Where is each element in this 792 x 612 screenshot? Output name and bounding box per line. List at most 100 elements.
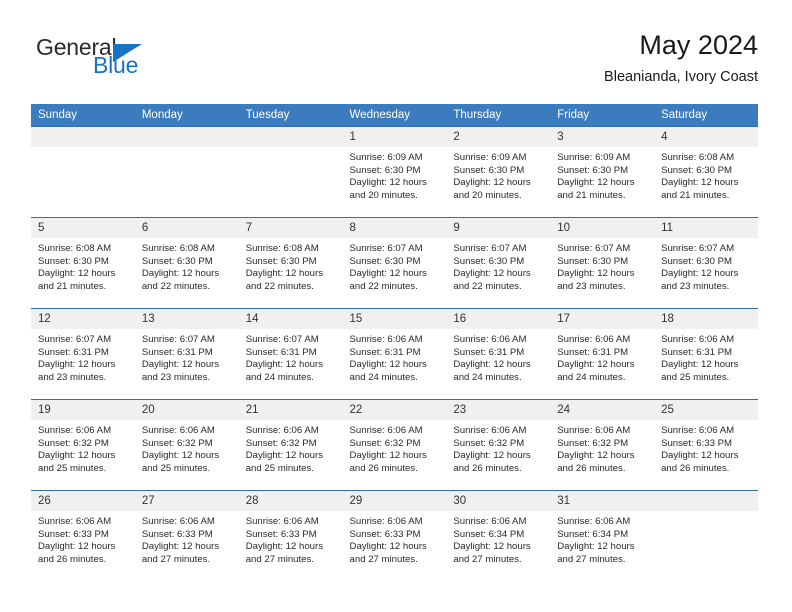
calendar-day-cell[interactable]: 8 Sunrise: 6:07 AM Sunset: 6:30 PM Daylight… [342, 217, 447, 309]
calendar-day-cell[interactable]: 17 Sunrise: 6:06 AM Sunset: 6:31 PM Dayligh… [550, 308, 655, 400]
day-sun-info: Sunrise: 6:07 AM Sunset: 6:31 PM Daylight:… [239, 329, 343, 384]
sunrise-text: Sunrise: 6:07 AM [141, 334, 215, 345]
daylight-text-line2: and 24 minutes. [453, 371, 522, 383]
day-sun-info: Sunrise: 6:07 AM Sunset: 6:30 PM Daylight:… [343, 238, 447, 293]
calendar-day-cell[interactable]: 15 Sunrise: 6:06 AM Sunset: 6:31 PM Dayligh… [342, 308, 447, 400]
sunset-text: Sunset: 6:30 PM [557, 164, 629, 176]
daylight-text-line1: Daylight: 12 hours [557, 268, 635, 280]
sunset-text: Sunset: 6:30 PM [453, 255, 525, 267]
calendar-day-cell[interactable]: 30 Sunrise: 6:06 AM Sunset: 6:34 PM Dayligh… [446, 490, 551, 581]
calendar-day-cell[interactable]: 11 Sunrise: 6:07 AM Sunset: 6:30 PM Dayligh… [654, 217, 758, 309]
day-sun-info: Sunrise: 6:06 AM Sunset: 6:34 PM Daylight:… [550, 511, 654, 566]
daylight-text-line2: and 27 minutes. [453, 553, 522, 565]
day-number: 8 [342, 218, 447, 238]
day-cell-content: 23 Sunrise: 6:06 AM Sunset: 6:32 PM Dayligh… [446, 400, 551, 490]
day-number [238, 127, 343, 147]
calendar-week-row: 26 Sunrise: 6:06 AM Sunset: 6:33 PM Dayligh… [31, 490, 758, 581]
sunrise-text: Sunrise: 6:07 AM [349, 243, 423, 254]
calendar-day-cell[interactable]: 6 Sunrise: 6:08 AM Sunset: 6:30 PM Daylight… [134, 217, 239, 309]
sunrise-text: Sunrise: 6:06 AM [38, 516, 112, 527]
calendar-day-cell[interactable] [654, 490, 758, 581]
day-sun-info: Sunrise: 6:06 AM Sunset: 6:32 PM Daylight:… [343, 420, 447, 475]
calendar-day-cell[interactable]: 24 Sunrise: 6:06 AM Sunset: 6:32 PM Dayligh… [550, 399, 655, 491]
sunrise-text: Sunrise: 6:09 AM [453, 152, 527, 163]
calendar-day-cell[interactable]: 7 Sunrise: 6:08 AM Sunset: 6:30 PM Daylight… [238, 217, 343, 309]
sunrise-text: Sunrise: 6:07 AM [453, 243, 527, 254]
calendar-day-cell[interactable]: 3 Sunrise: 6:09 AM Sunset: 6:30 PM Daylight… [550, 126, 655, 218]
calendar-day-cell[interactable]: 18 Sunrise: 6:06 AM Sunset: 6:31 PM Dayligh… [654, 308, 758, 400]
sunrise-text: Sunrise: 6:06 AM [453, 425, 527, 436]
sunset-text: Sunset: 6:33 PM [349, 528, 421, 540]
day-number: 18 [654, 309, 758, 329]
daylight-text-line2: and 25 minutes. [661, 371, 730, 383]
daylight-text-line1: Daylight: 12 hours [661, 359, 739, 371]
day-cell-content [31, 127, 135, 217]
sunset-text: Sunset: 6:32 PM [453, 437, 525, 449]
day-cell-content: 26 Sunrise: 6:06 AM Sunset: 6:33 PM Dayligh… [31, 491, 135, 581]
sunrise-text: Sunrise: 6:09 AM [557, 152, 631, 163]
daylight-text-line1: Daylight: 12 hours [453, 268, 531, 280]
calendar-day-cell[interactable]: 5 Sunrise: 6:08 AM Sunset: 6:30 PM Daylight… [31, 217, 135, 309]
calendar-day-cell[interactable]: 13 Sunrise: 6:07 AM Sunset: 6:31 PM Dayligh… [134, 308, 239, 400]
calendar-day-cell[interactable]: 19 Sunrise: 6:06 AM Sunset: 6:32 PM Dayligh… [31, 399, 135, 491]
daylight-text-line1: Daylight: 12 hours [557, 177, 635, 189]
calendar-day-cell[interactable]: 10 Sunrise: 6:07 AM Sunset: 6:30 PM Dayligh… [550, 217, 655, 309]
calendar-day-cell[interactable] [238, 126, 343, 218]
calendar-day-cell[interactable]: 22 Sunrise: 6:06 AM Sunset: 6:32 PM Dayligh… [342, 399, 447, 491]
calendar-day-cell[interactable]: 20 Sunrise: 6:06 AM Sunset: 6:32 PM Dayligh… [134, 399, 239, 491]
calendar-day-cell[interactable]: 4 Sunrise: 6:08 AM Sunset: 6:30 PM Daylight… [654, 126, 758, 218]
daylight-text-line1: Daylight: 12 hours [661, 268, 739, 280]
calendar-day-cell[interactable]: 21 Sunrise: 6:06 AM Sunset: 6:32 PM Dayligh… [238, 399, 343, 491]
calendar-day-cell[interactable]: 9 Sunrise: 6:07 AM Sunset: 6:30 PM Daylight… [446, 217, 551, 309]
sunrise-text: Sunrise: 6:06 AM [245, 516, 319, 527]
day-number: 15 [342, 309, 447, 329]
day-cell-content: 17 Sunrise: 6:06 AM Sunset: 6:31 PM Dayligh… [550, 309, 655, 399]
daylight-text-line2: and 21 minutes. [661, 189, 730, 201]
day-number: 27 [134, 491, 239, 511]
sunrise-text: Sunrise: 6:06 AM [141, 425, 215, 436]
calendar-day-cell[interactable]: 29 Sunrise: 6:06 AM Sunset: 6:33 PM Dayligh… [342, 490, 447, 581]
daylight-text-line2: and 27 minutes. [141, 553, 211, 565]
daylight-text-line1: Daylight: 12 hours [141, 359, 220, 371]
daylight-text-line1: Daylight: 12 hours [141, 541, 220, 553]
sunrise-text: Sunrise: 6:06 AM [661, 334, 735, 345]
daylight-text-line2: and 27 minutes. [349, 553, 418, 565]
day-cell-content: 3 Sunrise: 6:09 AM Sunset: 6:30 PM Daylight… [550, 127, 655, 217]
day-number: 21 [238, 400, 343, 420]
sunrise-text: Sunrise: 6:06 AM [38, 425, 112, 436]
calendar-day-cell[interactable]: 14 Sunrise: 6:07 AM Sunset: 6:31 PM Dayligh… [238, 308, 343, 400]
daylight-text-line2: and 26 minutes. [661, 462, 730, 474]
calendar-day-cell[interactable]: 31 Sunrise: 6:06 AM Sunset: 6:34 PM Dayligh… [550, 490, 655, 581]
day-sun-info: Sunrise: 6:06 AM Sunset: 6:33 PM Daylight:… [654, 420, 758, 475]
day-sun-info: Sunrise: 6:06 AM Sunset: 6:33 PM Daylight:… [239, 511, 343, 566]
page-header: General Blue May 2024 Bleanianda, Ivory … [31, 28, 758, 94]
day-number: 29 [342, 491, 447, 511]
calendar-day-cell[interactable]: 26 Sunrise: 6:06 AM Sunset: 6:33 PM Dayligh… [31, 490, 135, 581]
calendar-day-cell[interactable]: 12 Sunrise: 6:07 AM Sunset: 6:31 PM Dayligh… [31, 308, 135, 400]
day-cell-content: 6 Sunrise: 6:08 AM Sunset: 6:30 PM Daylight… [134, 218, 239, 308]
sunrise-text: Sunrise: 6:06 AM [557, 334, 631, 345]
daylight-text-line1: Daylight: 12 hours [557, 541, 635, 553]
day-cell-content: 11 Sunrise: 6:07 AM Sunset: 6:30 PM Dayligh… [654, 218, 758, 308]
day-number: 20 [134, 400, 239, 420]
calendar-day-cell[interactable]: 1 Sunrise: 6:09 AM Sunset: 6:30 PM Daylight… [342, 126, 447, 218]
daylight-text-line1: Daylight: 12 hours [245, 268, 324, 280]
daylight-text-line1: Daylight: 12 hours [349, 268, 427, 280]
day-number: 12 [31, 309, 135, 329]
sunset-text: Sunset: 6:31 PM [245, 346, 317, 358]
daylight-text-line2: and 26 minutes. [38, 553, 107, 565]
calendar-day-cell[interactable] [134, 126, 239, 218]
daylight-text-line2: and 23 minutes. [38, 371, 107, 383]
calendar-day-cell[interactable]: 23 Sunrise: 6:06 AM Sunset: 6:32 PM Dayligh… [446, 399, 551, 491]
calendar-day-cell[interactable]: 25 Sunrise: 6:06 AM Sunset: 6:33 PM Dayligh… [654, 399, 758, 491]
calendar-day-cell[interactable]: 2 Sunrise: 6:09 AM Sunset: 6:30 PM Daylight… [446, 126, 551, 218]
sunrise-text: Sunrise: 6:08 AM [661, 152, 735, 163]
daylight-text-line1: Daylight: 12 hours [453, 359, 531, 371]
general-blue-logo[interactable]: General Blue [31, 34, 281, 90]
calendar-day-cell[interactable]: 27 Sunrise: 6:06 AM Sunset: 6:33 PM Dayligh… [134, 490, 239, 581]
daylight-text-line2: and 27 minutes. [245, 553, 314, 565]
calendar-day-cell[interactable] [31, 126, 135, 218]
calendar-day-cell[interactable]: 16 Sunrise: 6:06 AM Sunset: 6:31 PM Dayligh… [446, 308, 551, 400]
calendar-day-cell[interactable]: 28 Sunrise: 6:06 AM Sunset: 6:33 PM Dayligh… [238, 490, 343, 581]
daylight-text-line2: and 25 minutes. [38, 462, 107, 474]
